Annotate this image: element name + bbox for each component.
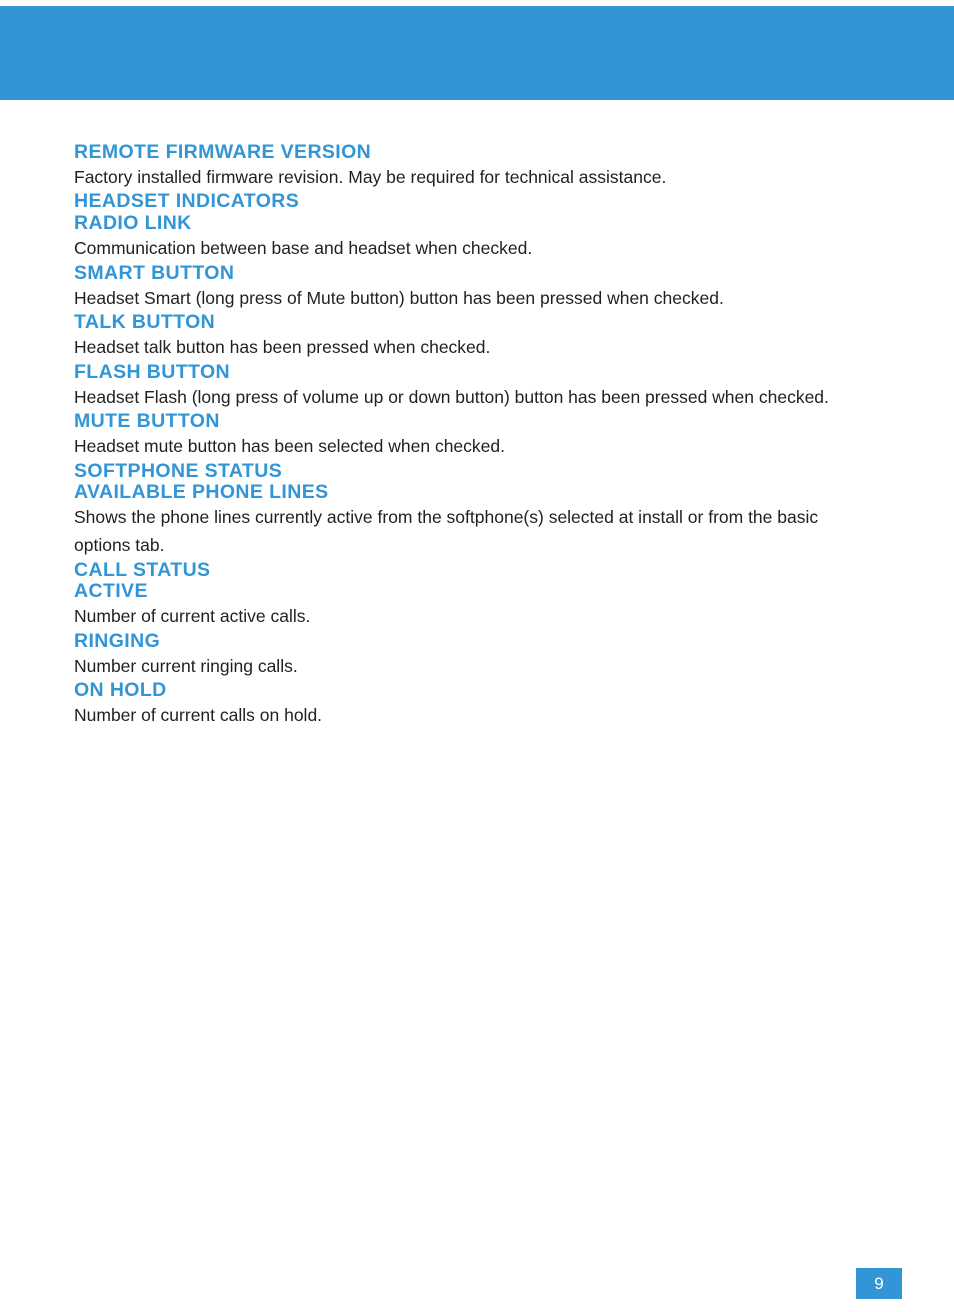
section-available-phone-lines: AVAILABLE PHONE LINES Shows the phone li… bbox=[74, 482, 868, 559]
section-softphone-status: SOFTPHONE STATUS bbox=[74, 459, 868, 483]
body-available-phone-lines: Shows the phone lines currently active f… bbox=[74, 507, 819, 555]
body-active: Number of current active calls. bbox=[74, 606, 311, 627]
heading-talk-button: TALK BUTTON bbox=[74, 311, 216, 334]
heading-active: ACTIVE bbox=[74, 580, 148, 603]
section-ringing: RINGING Number current ringing calls. bbox=[74, 629, 868, 680]
section-radio-link: RADIO LINK Communication between base an… bbox=[74, 212, 868, 262]
body-remote-firmware-version: Factory installed firmware revision. May… bbox=[74, 166, 667, 187]
document-content: REMOTE FIRMWARE VERSION Factory installe… bbox=[74, 100, 868, 730]
section-flash-button: FLASH BUTTON Headset Flash (long press o… bbox=[74, 360, 868, 411]
heading-call-status: CALL STATUS bbox=[74, 558, 211, 581]
section-headset-indicators: HEADSET INDICATORS bbox=[74, 191, 868, 213]
page-number-badge: 9 bbox=[856, 1268, 902, 1299]
heading-softphone-status: SOFTPHONE STATUS bbox=[74, 459, 283, 482]
section-talk-button: TALK BUTTON Headset talk button has been… bbox=[74, 311, 868, 361]
section-smart-button: SMART BUTTON Headset Smart (long press o… bbox=[74, 261, 868, 312]
header-blue-band bbox=[0, 6, 954, 100]
section-call-status: CALL STATUS bbox=[74, 558, 868, 582]
body-talk-button: Headset talk button has been pressed whe… bbox=[74, 337, 491, 358]
heading-available-phone-lines: AVAILABLE PHONE LINES bbox=[74, 481, 329, 504]
heading-mute-button: MUTE BUTTON bbox=[74, 410, 220, 433]
heading-on-hold: ON HOLD bbox=[74, 679, 167, 702]
body-ringing: Number current ringing calls. bbox=[74, 655, 298, 676]
body-mute-button: Headset mute button has been selected wh… bbox=[74, 436, 505, 456]
body-smart-button: Headset Smart (long press of Mute button… bbox=[74, 287, 724, 308]
body-radio-link: Communication between base and headset w… bbox=[74, 238, 533, 259]
heading-smart-button: SMART BUTTON bbox=[74, 261, 235, 284]
heading-headset-indicators: HEADSET INDICATORS bbox=[74, 190, 300, 213]
heading-remote-firmware-version: REMOTE FIRMWARE VERSION bbox=[74, 141, 372, 163]
heading-ringing: RINGING bbox=[74, 629, 161, 652]
body-on-hold: Number of current calls on hold. bbox=[74, 705, 323, 726]
body-flash-button: Headset Flash (long press of volume up o… bbox=[74, 386, 829, 407]
section-active: ACTIVE Number of current active calls. bbox=[74, 581, 868, 630]
section-remote-firmware-version: REMOTE FIRMWARE VERSION Factory installe… bbox=[74, 141, 868, 191]
heading-radio-link: RADIO LINK bbox=[74, 212, 192, 235]
section-on-hold: ON HOLD Number of current calls on hold. bbox=[74, 680, 868, 729]
heading-flash-button: FLASH BUTTON bbox=[74, 360, 230, 383]
section-mute-button: MUTE BUTTON Headset mute button has been… bbox=[74, 410, 868, 460]
